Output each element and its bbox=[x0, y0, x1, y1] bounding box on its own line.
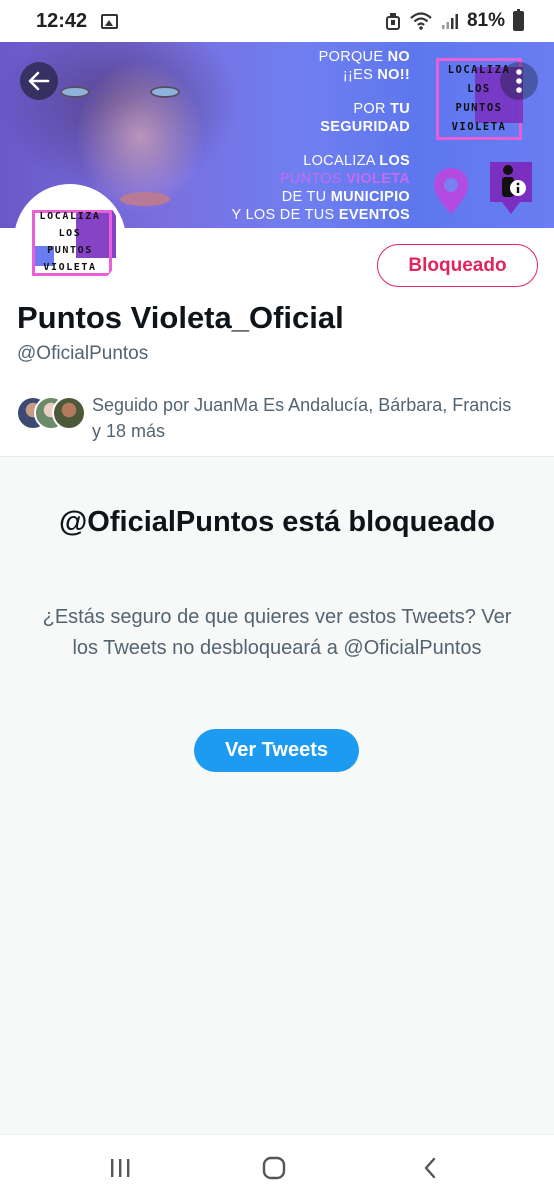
avatar[interactable]: LOCALIZA LOS PUNTOS VIOLETA bbox=[14, 184, 126, 296]
display-name: Puntos Violeta_Oficial bbox=[17, 300, 344, 335]
banner-line: POR TU bbox=[353, 101, 410, 117]
home-icon bbox=[262, 1156, 286, 1180]
navigation-bar bbox=[0, 1134, 554, 1200]
banner-line: LOCALIZA LOS bbox=[303, 153, 410, 169]
blocked-title: @OficialPuntos está bloqueado bbox=[59, 506, 495, 538]
location-pin-icon bbox=[434, 168, 468, 214]
battery-icon bbox=[513, 9, 524, 31]
banner-photo-eye bbox=[150, 86, 180, 98]
status-right: 81% bbox=[385, 9, 524, 32]
followed-by[interactable]: Seguido por JuanMa Es Andalucía, Bárbara… bbox=[16, 392, 516, 444]
banner-line: PUNTOS VIOLETA bbox=[279, 171, 410, 187]
battery-percent: 81% bbox=[466, 10, 505, 31]
status-time: 12:42 bbox=[36, 9, 88, 32]
more-vertical-icon bbox=[516, 69, 522, 93]
image-notification-icon bbox=[101, 13, 119, 29]
banner-slogan: PORQUE NO ¡¡ES NO!! POR TU SEGURIDAD LOC… bbox=[232, 48, 410, 224]
wifi-icon bbox=[410, 12, 432, 30]
back-button[interactable] bbox=[20, 62, 58, 100]
banner-line: SEGURIDAD bbox=[320, 119, 410, 135]
more-options-button[interactable] bbox=[500, 62, 538, 100]
followed-by-text: Seguido por JuanMa Es Andalucía, Bárbara… bbox=[92, 395, 512, 441]
banner-line: Y LOS DE TUS EVENTOS bbox=[231, 207, 410, 223]
follower-avatar bbox=[52, 396, 86, 430]
blocked-description: ¿Estás seguro de que quieres ver estos T… bbox=[42, 606, 512, 659]
banner-line: DE TU MUNICIPIO bbox=[281, 189, 410, 205]
blocked-button[interactable]: Bloqueado bbox=[377, 244, 538, 287]
nav-back-button[interactable] bbox=[410, 1153, 450, 1183]
followers-avatars bbox=[16, 396, 88, 432]
recent-apps-button[interactable] bbox=[100, 1153, 140, 1183]
signal-icon bbox=[441, 14, 458, 29]
recent-apps-icon bbox=[111, 1159, 130, 1177]
banner-photo-lips bbox=[120, 192, 170, 206]
arrow-left-icon bbox=[28, 71, 50, 91]
home-button[interactable] bbox=[254, 1153, 294, 1183]
divider bbox=[0, 456, 554, 457]
alarm-icon bbox=[385, 13, 400, 30]
back-icon bbox=[424, 1157, 436, 1179]
profile-header: LOCALIZA LOS PUNTOS VIOLETA Bloqueado Pu… bbox=[0, 184, 554, 456]
banner-line: ¡¡ES NO!! bbox=[342, 67, 410, 83]
view-tweets-button[interactable]: Ver Tweets bbox=[194, 729, 359, 772]
banner-photo-eye bbox=[60, 86, 90, 98]
handle: @OficialPuntos bbox=[17, 343, 149, 364]
info-person-icon bbox=[490, 162, 532, 214]
banner-line: PORQUE NO bbox=[318, 49, 410, 65]
status-bar: 12:42 81% bbox=[0, 0, 554, 42]
avatar-logo: LOCALIZA LOS PUNTOS VIOLETA bbox=[39, 211, 101, 273]
